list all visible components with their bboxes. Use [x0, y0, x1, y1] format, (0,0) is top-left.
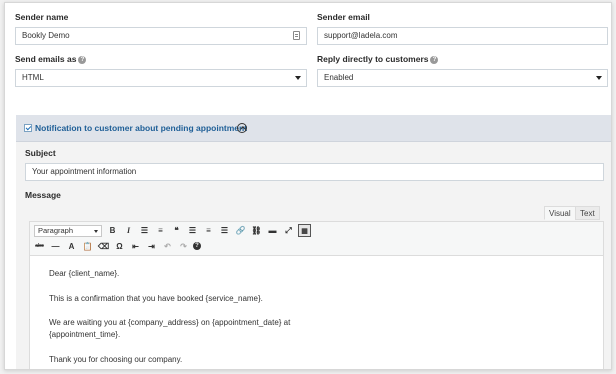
format-select[interactable]: Paragraph	[34, 225, 102, 237]
editor-content[interactable]: Dear {client_name}. This is a confirmati…	[49, 268, 291, 369]
tab-text[interactable]: Text	[575, 206, 600, 220]
format-select-value: Paragraph	[38, 226, 74, 235]
send-emails-as-text: Send emails as	[15, 54, 77, 64]
send-emails-as-select[interactable]: HTML	[15, 69, 307, 87]
subject-input[interactable]: Your appointment information	[25, 163, 604, 181]
align-left-icon[interactable]: ☰	[186, 224, 199, 237]
indent-icon[interactable]: ⇥	[145, 240, 158, 253]
subject-value: Your appointment information	[32, 167, 137, 176]
align-center-icon[interactable]: ≡	[202, 224, 215, 237]
outdent-icon[interactable]: ⇤	[129, 240, 142, 253]
settings-frame: Sender name Bookly Demo Sender email sup…	[4, 2, 612, 370]
sender-email-input[interactable]: support@ladela.com	[317, 27, 608, 45]
notification-enabled-checkbox[interactable]	[24, 124, 32, 132]
sender-name-input[interactable]: Bookly Demo	[15, 27, 307, 45]
paragraph-thanks: Thank you for choosing our company.	[49, 354, 183, 364]
insert-link-icon[interactable]: 🔗	[234, 224, 247, 237]
italic-icon[interactable]: I	[122, 224, 135, 237]
strikethrough-icon[interactable]: abc	[33, 240, 46, 253]
numbered-list-icon[interactable]: ≡	[154, 224, 167, 237]
paragraph-waiting-time: {appointment_time}.	[49, 330, 121, 339]
sender-name-label: Sender name	[15, 12, 69, 22]
sender-email-label: Sender email	[317, 12, 370, 22]
subject-label: Subject	[25, 148, 56, 158]
undo-icon[interactable]: ↶	[161, 240, 174, 253]
align-right-icon[interactable]: ☰	[218, 224, 231, 237]
fullscreen-icon[interactable]: ⤢	[282, 224, 295, 237]
reply-directly-select[interactable]: Enabled	[317, 69, 608, 87]
send-emails-as-value: HTML	[22, 73, 44, 82]
reply-directly-value: Enabled	[324, 73, 354, 82]
notification-title[interactable]: Notification to customer about pending a…	[35, 123, 247, 133]
send-emails-as-label: Send emails as?	[15, 54, 87, 64]
chevron-down-icon	[596, 76, 602, 80]
redo-icon[interactable]: ↷	[177, 240, 190, 253]
contact-card-icon	[293, 31, 300, 40]
sender-name-value: Bookly Demo	[22, 31, 70, 40]
paste-text-icon[interactable]: 📋	[81, 240, 94, 253]
read-more-icon[interactable]: ▬	[266, 224, 279, 237]
clear-formatting-icon[interactable]: ⌫	[97, 240, 110, 253]
remove-link-icon[interactable]: ⛓	[250, 224, 263, 237]
bold-icon[interactable]: B	[106, 224, 119, 237]
paragraph-waiting: We are waiting you at {company_address} …	[49, 318, 291, 327]
reply-directly-text: Reply directly to customers	[317, 54, 429, 64]
collapse-icon[interactable]	[237, 123, 247, 133]
notification-panel-header[interactable]: Notification to customer about pending a…	[16, 115, 611, 142]
help-icon[interactable]: ?	[78, 55, 87, 64]
chevron-down-icon	[94, 230, 98, 233]
horizontal-line-icon[interactable]: —	[49, 240, 62, 253]
paragraph-greeting: Dear {client_name}.	[49, 269, 120, 278]
message-editor[interactable]: Paragraph B I ☰ ≡ ❝ ☰ ≡ ☰ 🔗 ⛓ ▬ ⤢ ▦ abc — A 📋 ⌫ Ω ⇤ ⇥ ↶ ↷? De…	[29, 221, 604, 369]
chevron-down-icon	[295, 76, 301, 80]
blockquote-icon[interactable]: ❝	[170, 224, 183, 237]
help-icon[interactable]: ?	[430, 55, 439, 64]
help-icon[interactable]: ?	[193, 242, 201, 250]
bullet-list-icon[interactable]: ☰	[138, 224, 151, 237]
message-label: Message	[25, 190, 61, 200]
paragraph-confirmation: This is a confirmation that you have boo…	[49, 293, 263, 303]
sender-email-value: support@ladela.com	[324, 31, 398, 40]
reply-directly-label: Reply directly to customers?	[317, 54, 439, 64]
toolbar-toggle-icon[interactable]: ▦	[298, 224, 311, 237]
tab-visual[interactable]: Visual	[544, 206, 576, 220]
text-color-icon[interactable]: A	[65, 240, 78, 253]
editor-toolbar: Paragraph B I ☰ ≡ ❝ ☰ ≡ ☰ 🔗 ⛓ ▬ ⤢ ▦ abc — A 📋 ⌫ Ω ⇤ ⇥ ↶ ↷?	[30, 222, 603, 256]
special-character-icon[interactable]: Ω	[113, 240, 126, 253]
